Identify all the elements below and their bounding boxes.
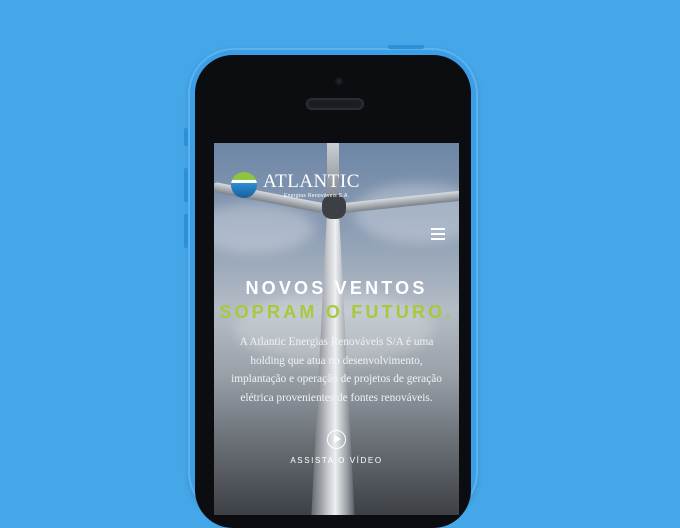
power-button	[388, 45, 424, 49]
menu-bar	[431, 233, 445, 235]
brand-name[interactable]: ATLANTIC	[263, 171, 360, 193]
site-header: ATLANTIC Energias Renováveis S.A.	[214, 143, 459, 199]
mute-switch	[184, 128, 188, 146]
front-camera-icon	[335, 77, 343, 85]
play-icon[interactable]	[327, 430, 346, 449]
watch-video-link[interactable]: ASSISTA O VÍDEO	[214, 456, 459, 465]
volume-down-button	[184, 214, 188, 248]
atlantic-logo-mark[interactable]	[231, 172, 257, 198]
menu-bar	[431, 238, 445, 240]
hamburger-menu-icon[interactable]	[431, 228, 445, 240]
volume-up-button	[184, 168, 188, 202]
cloud	[214, 203, 314, 253]
menu-bar	[431, 228, 445, 230]
brand-tagline: Energias Renováveis S.A.	[284, 193, 350, 199]
earpiece-speaker	[306, 98, 364, 110]
